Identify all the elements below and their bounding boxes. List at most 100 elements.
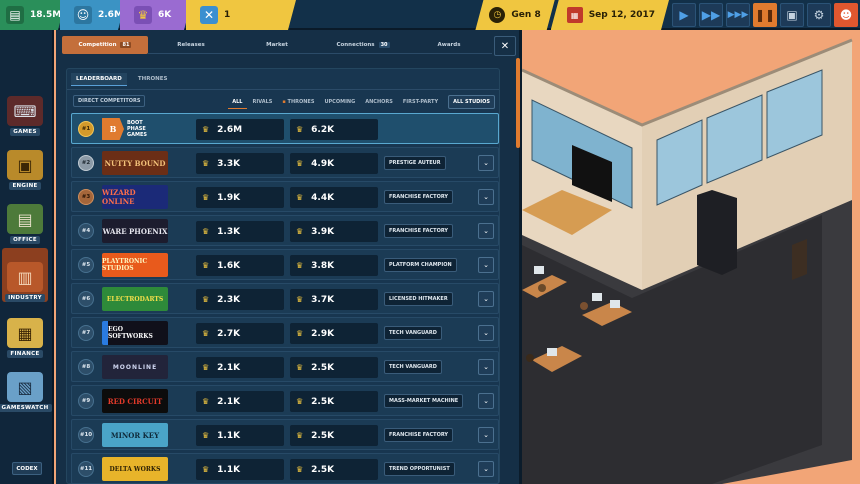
chevron-down-icon[interactable]: ⌄ xyxy=(478,257,494,273)
play-speed-2-button[interactable]: ▶▶ xyxy=(699,3,723,27)
save-icon[interactable]: ▣ xyxy=(780,3,804,27)
sidebar-item-games[interactable]: ⌨ GAMES xyxy=(2,86,48,136)
fans-value: 1.1K xyxy=(217,464,241,475)
fans-value: 1.6K xyxy=(217,260,241,271)
rank-badge: #11 xyxy=(78,461,94,477)
tab-badge: 30 xyxy=(378,41,390,48)
table-row[interactable]: #11 DELTA WORKS ♛ 1.1K ♛ 2.5K TREND OPPORT… xyxy=(71,453,499,484)
scrollbar-thumb[interactable] xyxy=(516,58,520,148)
table-row[interactable]: #9 RED CIRCUIT ♛ 2.1K ♛ 2.5K MASS-MARKET M… xyxy=(71,385,499,416)
chevron-down-icon[interactable]: ⌄ xyxy=(478,359,494,375)
subtab-leaderboard[interactable]: LEADERBOARD xyxy=(71,73,127,86)
fans-stat: ♛ 1.1K xyxy=(196,459,284,480)
chevron-down-icon[interactable]: ⌄ xyxy=(478,189,494,205)
chevron-down-icon[interactable]: ⌄ xyxy=(478,427,494,443)
fans-stat: ♛ 1.6K xyxy=(196,255,284,276)
crowns-stat: ♛ 4.4K xyxy=(290,187,378,208)
money-counter[interactable]: ▤ 18.5M xyxy=(0,0,66,30)
door xyxy=(792,239,807,280)
crowns-value: 3.7K xyxy=(311,294,335,305)
table-row[interactable]: #2 NUTTY BOUND ♛ 3.3K ♛ 4.9K PRESTIGE AUTE… xyxy=(71,147,499,178)
status-badge: LICENSED HITMAKER xyxy=(384,292,453,306)
studio-logo: MOONLINE xyxy=(102,355,168,379)
status-badge: FRANCHISE FACTORY xyxy=(384,428,454,442)
chevron-down-icon[interactable]: ⌄ xyxy=(478,223,494,239)
crowns-stat: ♛ 2.9K xyxy=(290,323,378,344)
office-desk-icon: ▤ xyxy=(7,204,43,234)
crown-icon: ♛ xyxy=(202,329,210,338)
date-indicator[interactable]: ▦ Sep 12, 2017 xyxy=(551,0,669,30)
gameswatch-magazine-icon: ▧ xyxy=(7,372,43,402)
tab-market[interactable]: Market xyxy=(234,36,320,54)
avatar[interactable]: ☻ xyxy=(834,3,858,27)
table-row[interactable]: #8 MOONLINE ♛ 2.1K ♛ 2.5K TECH VANGUARD ⌄ xyxy=(71,351,499,382)
direct-competitors-button[interactable]: DIRECT COMPETITORS xyxy=(73,95,146,107)
tab-label: Connections xyxy=(336,41,375,48)
xp-value: 1 xyxy=(224,10,231,20)
crowns-value: 2.5K xyxy=(311,430,335,441)
fans-stat: ♛ 2.7K xyxy=(196,323,284,344)
chevron-down-icon[interactable]: ⌄ xyxy=(478,155,494,171)
chevron-down-icon[interactable]: ⌄ xyxy=(478,291,494,307)
crown-icon: ♛ xyxy=(202,397,210,406)
filter-upcoming[interactable]: UPCOMING xyxy=(320,96,359,108)
table-row[interactable]: #4 WARE PHOENIX ♛ 1.3K ♛ 3.9K FRANCHISE FA… xyxy=(71,215,499,246)
crowns-counter[interactable]: ♛ 6K xyxy=(120,0,192,30)
sidebar-item-engine[interactable]: ▣ ENGINE xyxy=(2,140,48,190)
tab-label: Competition xyxy=(78,42,117,48)
rank-badge: #7 xyxy=(78,325,94,341)
table-row[interactable]: #10 MINOR KEY ♛ 1.1K ♛ 2.5K FRANCHISE FACT… xyxy=(71,419,499,450)
tab-releases[interactable]: Releases xyxy=(148,36,234,54)
crowns-value: 2.5K xyxy=(311,464,335,475)
filter-anchors[interactable]: ANCHORS xyxy=(361,96,397,108)
calendar-icon: ▦ xyxy=(567,7,583,23)
table-row[interactable]: #3 WIZARD ONLINE ♛ 1.9K ♛ 4.4K FRANCHISE F… xyxy=(71,181,499,212)
filter-first-party[interactable]: FIRST-PARTY xyxy=(399,96,442,108)
sidebar-item-industry[interactable]: ▥ INDUSTRY xyxy=(2,248,48,302)
settings-gear-icon[interactable]: ⚙ xyxy=(807,3,831,27)
rank-badge: #5 xyxy=(78,257,94,273)
subtab-thrones[interactable]: THRONES xyxy=(133,73,173,86)
industry-buildings-icon: ▥ xyxy=(7,262,43,292)
tab-connections[interactable]: Connections 30 xyxy=(320,36,406,54)
office-scene[interactable] xyxy=(522,30,860,484)
codex-button[interactable]: CODEX xyxy=(12,462,42,475)
rank-badge: #6 xyxy=(78,291,94,307)
sidebar-item-office[interactable]: ▤ OFFICE xyxy=(2,194,48,244)
sidebar-item-label: INDUSTRY xyxy=(5,294,45,302)
all-studios-dropdown[interactable]: ALL STUDIOS xyxy=(448,95,495,109)
crown-icon: ♛ xyxy=(296,295,304,304)
fans-stat: ♛ 2.1K xyxy=(196,391,284,412)
studio-logo: DELTA WORKS xyxy=(102,457,168,481)
chevron-down-icon[interactable]: ⌄ xyxy=(478,461,494,477)
table-row[interactable]: #5 PLAYTRONIC STUDIOS ♛ 1.6K ♛ 3.8K PLATFO… xyxy=(71,249,499,280)
crowns-value: 2.5K xyxy=(311,362,335,373)
table-row[interactable]: #7 EGO SOFTWORKS ♛ 2.7K ♛ 2.9K TECH VANGUA… xyxy=(71,317,499,348)
sidebar-item-label: OFFICE xyxy=(10,236,40,244)
tab-label: Releases xyxy=(177,41,205,48)
sidebar-item-gameswatch[interactable]: ▧ GAMESWATCH xyxy=(0,362,52,412)
close-icon[interactable]: ✕ xyxy=(494,36,516,56)
status-badge: PRESTIGE AUTEUR xyxy=(384,156,446,170)
crown-icon: ♛ xyxy=(296,125,304,134)
filter-all[interactable]: ALL xyxy=(228,96,247,109)
sidebar-item-finance[interactable]: ▦ FINANCE xyxy=(2,308,48,358)
table-row[interactable]: #1 B BOOT PHASE GAMES ♛ 2.6M ♛ 6.2K xyxy=(71,113,499,144)
fans-icon: ☺ xyxy=(74,6,92,24)
tab-competition[interactable]: Competition 81 xyxy=(62,36,148,54)
pause-button[interactable]: ❚❚ xyxy=(753,3,777,27)
xp-counter[interactable]: ✕ 1 xyxy=(186,0,296,30)
generation-indicator[interactable]: ◷ Gen 8 xyxy=(475,0,554,30)
chevron-down-icon[interactable]: ⌄ xyxy=(478,393,494,409)
filter-thrones[interactable]: ▪ THRONES xyxy=(278,96,318,108)
crown-icon: ♛ xyxy=(296,329,304,338)
tab-awards[interactable]: Awards xyxy=(406,36,492,54)
table-row[interactable]: #6 ELECTRODARTS ♛ 2.3K ♛ 3.7K LICENSED HIT… xyxy=(71,283,499,314)
crown-icon: ♛ xyxy=(202,193,210,202)
play-speed-1-button[interactable]: ▶ xyxy=(672,3,696,27)
chevron-down-icon[interactable]: ⌄ xyxy=(478,325,494,341)
play-speed-3-button[interactable]: ▶▶▶ xyxy=(726,3,750,27)
rank-badge: #9 xyxy=(78,393,94,409)
fans-counter[interactable]: ☺ 2.6M xyxy=(60,0,126,30)
filter-rivals[interactable]: RIVALS xyxy=(249,96,277,108)
